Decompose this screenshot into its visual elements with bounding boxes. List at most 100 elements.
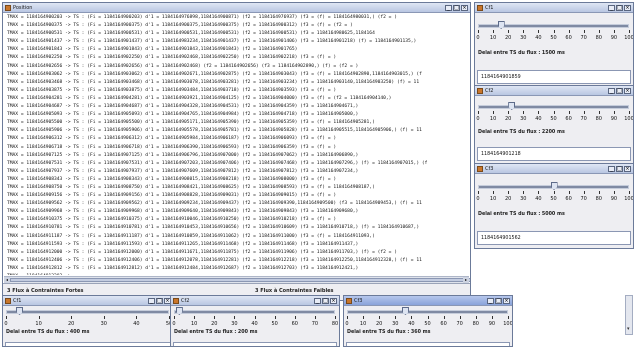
slider-track[interactable] xyxy=(478,105,629,109)
cf3-bottom-window: Cf3 _ □ × 0 10 20 30 40 50 60 70 80 90 100 Delai e… xyxy=(343,295,513,347)
slider-tick xyxy=(136,316,138,319)
minimize-button[interactable]: _ xyxy=(608,165,615,172)
slider-tick xyxy=(363,316,365,319)
slider-tick xyxy=(379,316,381,319)
slider-tick xyxy=(613,30,615,33)
delay-label: Delai entre TS du flux : 200 ms xyxy=(174,330,258,335)
slider-scale-label: 10 xyxy=(489,196,497,202)
log-horizontal-scrollbar[interactable]: ◂ ▸ xyxy=(4,276,470,283)
delay-slider[interactable] xyxy=(347,307,508,315)
slider-scale-label: 10 xyxy=(489,116,497,122)
close-button[interactable]: × xyxy=(461,4,468,11)
slider-scale-label: 80 xyxy=(595,35,602,41)
slider-scale-label: 80 xyxy=(595,196,602,202)
minimize-button[interactable]: _ xyxy=(148,297,155,304)
close-button[interactable]: × xyxy=(503,297,510,304)
delay-label: Delai entre TS du flux : 5000 ms xyxy=(478,212,565,217)
slider-track[interactable] xyxy=(174,310,335,314)
maximize-button[interactable]: □ xyxy=(156,297,163,304)
slider-tick xyxy=(478,30,479,33)
slider-scale-label: 90 xyxy=(610,196,618,202)
horizontal-scroll-thumb[interactable] xyxy=(10,278,470,282)
cf3-right-window: Cf3 _ □ × 0 10 20 30 40 50 60 70 80 90 100 Delai e… xyxy=(474,163,634,249)
slider-tick xyxy=(508,316,509,319)
slider-tick xyxy=(508,191,510,194)
maximize-button[interactable]: □ xyxy=(616,4,623,11)
maximize-button[interactable]: □ xyxy=(616,87,623,94)
close-button[interactable]: × xyxy=(624,87,631,94)
slider-scale-label: 10 xyxy=(489,35,497,41)
cf2-bottom-window: Cf2 _ □ × 0 10 20 30 40 50 60 70 80 Delai entre … xyxy=(170,295,340,347)
minimize-button[interactable]: _ xyxy=(608,87,615,94)
log-line: TMAX = 1184164907937 -> TS : (Fi = 11841… xyxy=(7,168,359,174)
slider-track[interactable] xyxy=(347,310,508,314)
slider-tick xyxy=(274,316,276,319)
maximize-button[interactable]: □ xyxy=(453,4,460,11)
slider-scale-label: 60 xyxy=(565,116,572,122)
slider-tick xyxy=(568,30,570,33)
log-line: TMAX = 1184164907531 -> TS : (Fi = 11841… xyxy=(7,160,428,166)
slider-tick xyxy=(583,111,585,114)
slider-tick xyxy=(478,191,479,194)
maximize-button[interactable]: □ xyxy=(616,165,623,172)
slider-window-titlebar[interactable]: Cf3 _ □ × xyxy=(475,164,633,174)
delay-label: Delai entre TS du flux : 2200 ms xyxy=(478,130,565,135)
slider-scale: 0 10 20 30 40 50 60 70 80 90 100 xyxy=(476,35,633,43)
desktop-vertical-scrollbar[interactable]: ▾ xyxy=(625,295,633,335)
position-titlebar[interactable]: Position _ □ × xyxy=(3,3,470,13)
slider-tick xyxy=(38,316,40,319)
slider-scale-label: 100 xyxy=(624,196,634,202)
delay-slider[interactable] xyxy=(174,307,335,315)
close-button[interactable]: × xyxy=(624,4,631,11)
slider-scale-label: 20 xyxy=(505,35,512,41)
log-line: TMAX = 1184164903468 -> TS : (Fi = 11841… xyxy=(7,79,420,85)
cf2-right-window: Cf2 _ □ × 0 10 20 30 40 50 60 70 80 90 100 Delai e… xyxy=(474,85,634,164)
delay-slider[interactable] xyxy=(478,182,629,190)
slider-tick xyxy=(523,191,525,194)
slider-ticks xyxy=(174,316,336,319)
slider-window-titlebar[interactable]: Cf1 _ □ × xyxy=(3,296,173,306)
slider-track[interactable] xyxy=(6,310,169,314)
delay-label: Delai entre TS du flux : 360 ms xyxy=(347,330,431,335)
close-button[interactable]: × xyxy=(624,165,631,172)
log-line: TMAX = 1184164900203 -> TS : (Fi = 11841… xyxy=(7,15,397,20)
slider-window-titlebar[interactable]: Cf3 _ □ × xyxy=(344,296,512,306)
delay-slider[interactable] xyxy=(478,102,629,110)
slider-tick xyxy=(493,111,495,114)
slider-scale-label: 20 xyxy=(505,116,512,122)
minimize-button[interactable]: _ xyxy=(445,4,452,11)
log-line: TMAX = 1184164906718 -> TS : (Fi = 11841… xyxy=(7,144,337,150)
slider-scale-label: 0 xyxy=(4,321,8,327)
slider-tick xyxy=(629,191,630,194)
slider-window-titlebar[interactable]: Cf1 _ □ × xyxy=(475,3,633,13)
minimize-button[interactable]: _ xyxy=(314,297,321,304)
slider-window-titlebar[interactable]: Cf2 _ □ × xyxy=(171,296,339,306)
log-line: TMAX = 1184164908343 -> TS : (Fi = 11841… xyxy=(7,176,337,182)
delay-slider[interactable] xyxy=(6,307,169,315)
slider-scale-label: 100 xyxy=(624,35,634,41)
close-button[interactable]: × xyxy=(330,297,337,304)
log-line: TMAX = 1184164903875 -> TS : (Fi = 11841… xyxy=(7,87,337,93)
slider-tick xyxy=(598,191,600,194)
slider-scale-label: 90 xyxy=(610,116,618,122)
slider-scale-label: 40 xyxy=(535,35,542,41)
minimize-button[interactable]: _ xyxy=(487,297,494,304)
delay-slider[interactable] xyxy=(478,21,629,29)
maximize-button[interactable]: □ xyxy=(322,297,329,304)
log-line: TMAX = 1184164901843 -> TS : (Fi = 11841… xyxy=(7,47,298,53)
slider-window-title: Cf1 xyxy=(13,297,22,304)
slider-window-titlebar[interactable]: Cf2 _ □ × xyxy=(475,86,633,96)
log-line: TMAX = 1184164909968 -> TS : (Fi = 11841… xyxy=(7,209,359,215)
slider-scale-label: 30 xyxy=(392,321,399,327)
scroll-down-arrow-icon[interactable]: ▾ xyxy=(627,326,630,332)
position-log[interactable]: TMAX = 1184164900203 -> TS : (Fi = 11841… xyxy=(4,14,469,275)
delay-label: Delai entre TS du flux : 1500 ms xyxy=(478,51,565,56)
position-window: Position _ □ × TMAX = 1184164900203 -> T… xyxy=(2,2,471,301)
slider-ticks xyxy=(6,316,170,319)
slider-tick xyxy=(214,316,216,319)
slider-ticks xyxy=(347,316,509,319)
java-cup-icon xyxy=(5,297,11,304)
slider-scale-label: 30 xyxy=(520,116,527,122)
minimize-button[interactable]: _ xyxy=(608,4,615,11)
maximize-button[interactable]: □ xyxy=(495,297,502,304)
